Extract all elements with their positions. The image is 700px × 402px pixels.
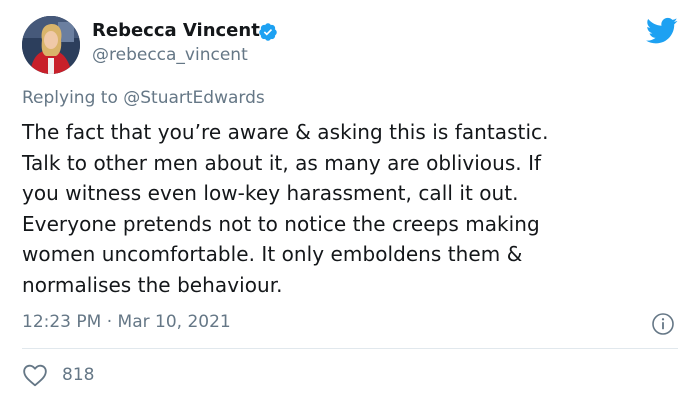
reply-mention-link[interactable]: @StuartEdwards bbox=[123, 88, 265, 108]
meta-separator: · bbox=[106, 312, 113, 332]
like-count: 818 bbox=[62, 365, 95, 385]
twitter-bird-icon[interactable] bbox=[646, 17, 678, 45]
tweet-text-line: women uncomfortable. It only emboldens t… bbox=[22, 242, 523, 266]
info-icon[interactable] bbox=[651, 312, 675, 336]
tweet-time: 12:23 PM bbox=[22, 312, 102, 332]
verified-badge-icon bbox=[259, 23, 277, 41]
author-display-name[interactable]: Rebecca Vincent bbox=[92, 20, 260, 41]
avatar-image bbox=[22, 16, 80, 74]
tweet-text-line: you witness even low-key harassment, cal… bbox=[22, 181, 519, 205]
avatar[interactable] bbox=[22, 16, 80, 74]
tweet-text: The fact that you’re aware & asking this… bbox=[22, 117, 682, 300]
tweet-timestamp[interactable]: 12:23 PM · Mar 10, 2021 bbox=[22, 312, 231, 332]
like-button[interactable]: 818 bbox=[22, 362, 94, 388]
tweet-card: Rebecca Vincent @rebecca_vincent Replyin… bbox=[0, 0, 700, 402]
replying-to-label: Replying to bbox=[22, 88, 118, 108]
tweet-date: Mar 10, 2021 bbox=[117, 312, 231, 332]
tweet-text-line: Everyone pretends not to notice the cree… bbox=[22, 211, 540, 236]
tweet-text-line: The fact that you’re aware & asking this… bbox=[22, 120, 549, 144]
heart-icon bbox=[23, 364, 47, 387]
tweet-text-line: Talk to other men about it, as many are … bbox=[22, 150, 542, 175]
author-handle[interactable]: @rebecca_vincent bbox=[92, 45, 248, 65]
replying-to: Replying to @StuartEdwards bbox=[22, 88, 265, 108]
divider bbox=[22, 348, 678, 349]
tweet-text-line: normalises the behaviour. bbox=[22, 272, 283, 297]
